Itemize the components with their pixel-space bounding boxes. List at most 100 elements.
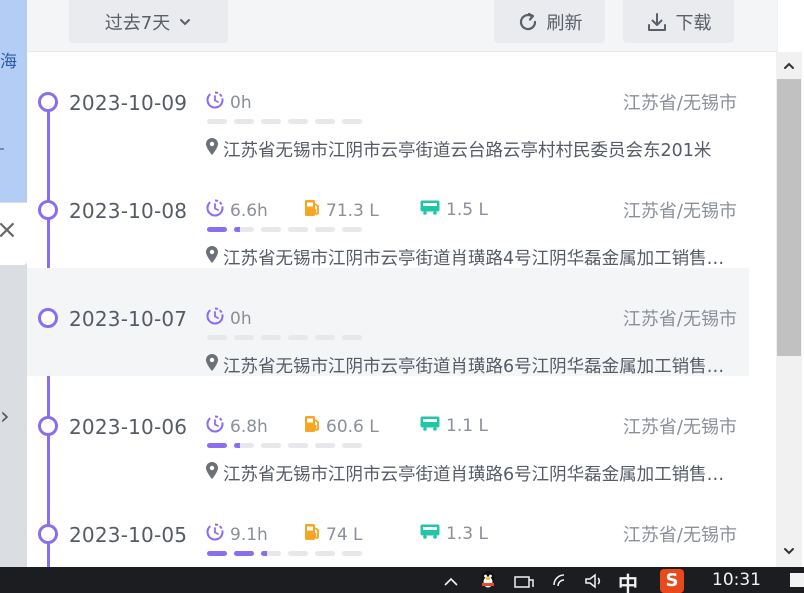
progress-segment xyxy=(315,227,335,232)
download-icon xyxy=(647,12,666,31)
trip-date: 2023-10-06 xyxy=(69,415,188,439)
location-pin-icon xyxy=(205,461,219,486)
trip-address[interactable]: 江苏省无锡市江阴市云亭街道肖璜路4号江阴华磊金属加工销售有限公司 xyxy=(205,245,741,270)
chevron-right-icon[interactable]: › xyxy=(0,402,10,430)
progress-segment xyxy=(342,551,362,556)
chevron-down-icon xyxy=(180,18,191,25)
idle-fuel-value: 1.5 L xyxy=(446,199,488,220)
progress-segment xyxy=(288,335,308,340)
progress-segment xyxy=(207,551,227,556)
download-label: 下载 xyxy=(675,12,712,34)
address-text: 江苏省无锡市江阴市云亭街道肖璜路4号江阴华磊金属加工销售有限公司 xyxy=(223,249,741,269)
address-text: 江苏省无锡市江阴市云亭街道云台路云亭村村民委员会东201米 xyxy=(223,141,712,161)
system-taskbar: 中 S 10:31 xyxy=(0,567,804,593)
background-blue-panel xyxy=(0,0,27,202)
date-range-dropdown[interactable]: 过去7天 xyxy=(69,0,228,43)
trip-region: 江苏省/无锡市 xyxy=(622,93,737,114)
progress-segment xyxy=(234,119,254,124)
progress-segment xyxy=(315,443,335,448)
notification-icon[interactable] xyxy=(790,573,804,587)
duration-metric: 9.1h xyxy=(205,522,268,547)
work-progress-bar xyxy=(207,443,362,448)
duration-value: 0h xyxy=(230,308,252,329)
clock-icon xyxy=(205,414,225,439)
fuel-value: 74 L xyxy=(326,524,363,545)
progress-segment xyxy=(315,335,335,340)
progress-segment xyxy=(234,551,254,556)
progress-segment xyxy=(288,443,308,448)
scroll-up-icon[interactable] xyxy=(776,54,802,78)
trip-row[interactable]: 2023-10-08 6.6h 71.3 L 1.5 L 江苏省/无锡市 江苏省无锡市江阴… xyxy=(27,160,749,270)
scrollbar[interactable] xyxy=(776,52,802,567)
fuel-pump-icon xyxy=(303,522,321,547)
progress-segment xyxy=(234,227,254,232)
location-pin-icon xyxy=(205,353,219,378)
date-range-label: 过去7天 xyxy=(104,12,171,34)
timeline-dot xyxy=(38,200,58,220)
fuel-metric: 71.3 L xyxy=(303,198,379,223)
progress-segment xyxy=(315,551,335,556)
idle-fuel-metric: 1.1 L xyxy=(419,414,488,437)
timeline-dot xyxy=(38,524,58,544)
location-pin-icon xyxy=(205,245,219,270)
progress-segment xyxy=(234,335,254,340)
progress-segment xyxy=(288,227,308,232)
progress-segment xyxy=(207,443,227,448)
trip-region: 江苏省/无锡市 xyxy=(622,309,737,330)
duration-value: 0h xyxy=(230,92,252,113)
scroll-thumb[interactable] xyxy=(777,79,801,356)
fuel-metric: 60.6 L xyxy=(303,414,379,439)
duration-value: 9.1h xyxy=(230,524,268,545)
progress-segment xyxy=(288,551,308,556)
toolbar: 过去7天 刷新 下载 xyxy=(27,0,777,52)
trip-row[interactable]: 2023-10-09 0h 江苏省/无锡市 江苏省无锡市江阴市云亭街道云台路云亭村村民… xyxy=(27,52,750,162)
clock-icon xyxy=(205,522,225,547)
close-icon[interactable]: × xyxy=(0,215,18,245)
idle-fuel-metric: 1.3 L xyxy=(419,522,488,545)
refresh-label: 刷新 xyxy=(546,12,583,34)
volume-icon[interactable] xyxy=(583,571,607,591)
trip-address[interactable]: 江苏省无锡市江阴市云亭街道肖璜路6号江阴华磊金属加工销售有限公司 xyxy=(205,461,741,486)
download-button[interactable]: 下载 xyxy=(623,0,734,43)
timeline-dot xyxy=(38,308,58,328)
vehicle-icon xyxy=(419,198,441,221)
scroll-down-icon[interactable] xyxy=(776,539,802,563)
vehicle-icon xyxy=(419,414,441,437)
wifi-icon[interactable] xyxy=(550,571,574,591)
fuel-value: 71.3 L xyxy=(326,200,379,221)
vehicle-icon xyxy=(419,522,441,545)
fuel-pump-icon xyxy=(303,414,321,439)
refresh-icon xyxy=(519,12,536,30)
progress-segment xyxy=(261,227,281,232)
trip-date: 2023-10-07 xyxy=(69,307,188,331)
network-icon[interactable] xyxy=(512,571,536,591)
progress-segment xyxy=(207,335,227,340)
trip-row[interactable]: 2023-10-07 0h 江苏省/无锡市江苏省无锡市江阴市云亭街道肖璜路6号江阴华… xyxy=(27,268,749,378)
background-partial-text: 海 xyxy=(0,52,17,72)
trip-row[interactable]: 2023-10-06 6.8h 60.6 L 1.1 L 江苏省/无锡市 江苏省无锡市江阴… xyxy=(27,376,749,486)
progress-segment xyxy=(342,443,362,448)
trip-date: 2023-10-08 xyxy=(69,199,188,223)
trip-address[interactable]: 江苏省无锡市江阴市云亭街道肖璜路6号江阴华磊金属加工销售有限公司 xyxy=(205,353,741,378)
work-progress-bar xyxy=(207,119,362,124)
qq-penguin-icon[interactable] xyxy=(478,569,498,593)
clock-icon xyxy=(205,198,225,223)
ime-indicator[interactable]: 中 xyxy=(618,568,638,593)
progress-segment xyxy=(207,119,227,124)
progress-segment xyxy=(342,119,362,124)
timeline-dot xyxy=(38,416,58,436)
trip-region: 江苏省/无锡市 xyxy=(622,525,737,546)
clock[interactable]: 10:31 xyxy=(712,570,761,590)
progress-segment xyxy=(261,335,281,340)
trip-address[interactable]: 江苏省无锡市江阴市云亭街道云台路云亭村村民委员会东201米 xyxy=(205,137,750,162)
address-text: 江苏省无锡市江阴市云亭街道肖璜路6号江阴华磊金属加工销售有限公司 xyxy=(223,465,741,485)
progress-segment xyxy=(261,551,281,556)
work-progress-bar xyxy=(207,227,362,232)
progress-segment xyxy=(342,227,362,232)
chevron-up-icon[interactable] xyxy=(443,575,459,587)
work-progress-bar xyxy=(207,335,362,340)
clock-icon xyxy=(205,306,225,331)
refresh-button[interactable]: 刷新 xyxy=(494,0,605,43)
duration-metric: 6.6h xyxy=(205,198,268,223)
sogou-input-icon[interactable]: S xyxy=(660,569,684,593)
